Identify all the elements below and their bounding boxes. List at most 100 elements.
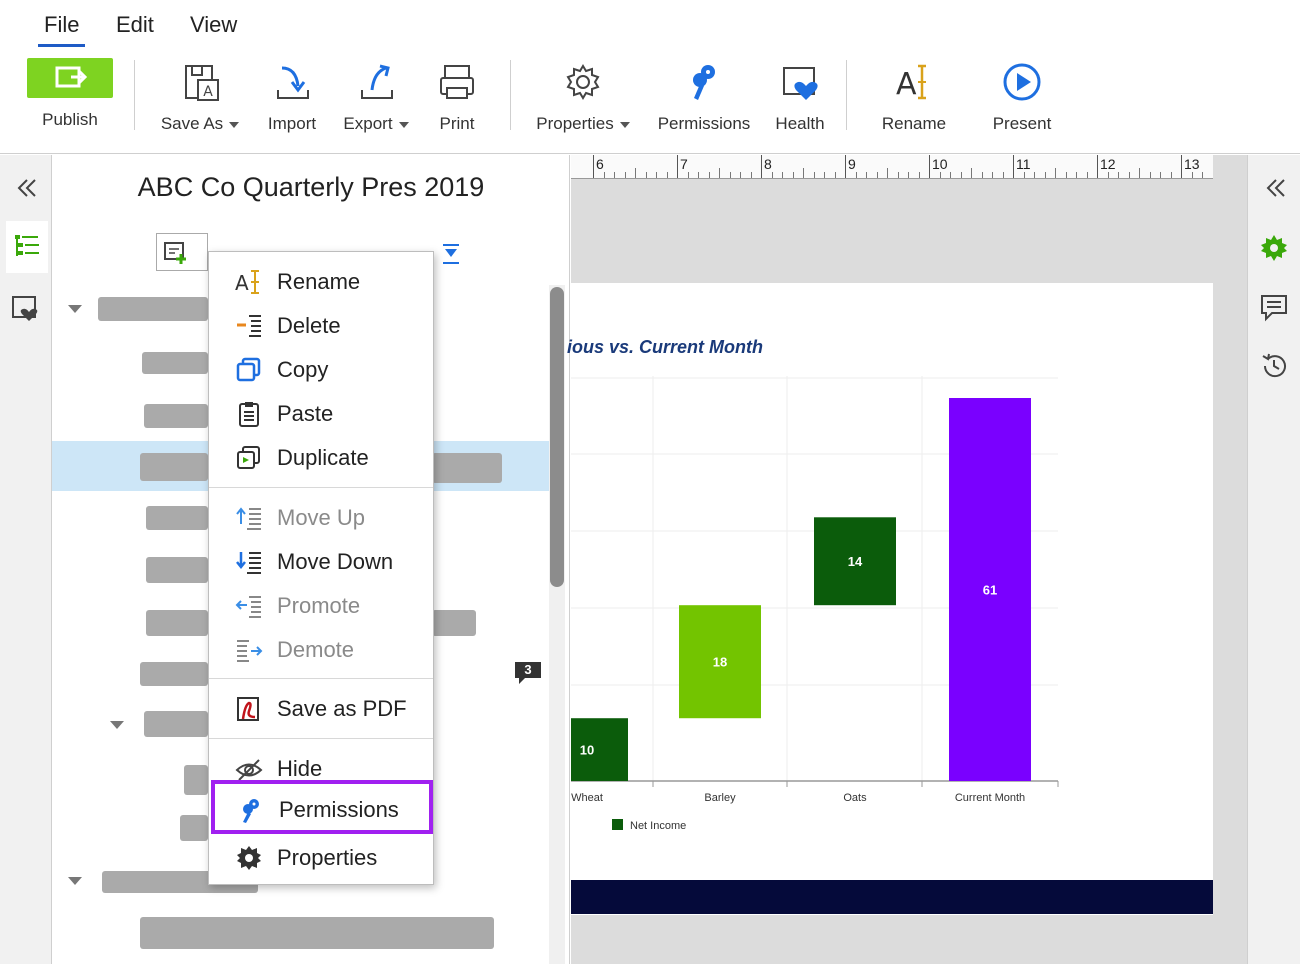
ruler-minor-tick <box>1139 168 1140 178</box>
publish-label: Publish <box>42 110 98 129</box>
publish-button[interactable]: Publish <box>0 44 140 144</box>
menu-tab-edit[interactable]: Edit <box>116 12 154 38</box>
svg-text:A: A <box>235 271 249 295</box>
collapse-left-icon[interactable] <box>9 171 43 205</box>
ruler-major-tick <box>761 155 762 178</box>
menu-item-permissions[interactable]: Permissions <box>209 787 433 831</box>
settings-gear-icon[interactable] <box>1259 233 1289 263</box>
scrollbar-thumb[interactable] <box>550 287 564 587</box>
print-button[interactable]: Print <box>430 56 484 144</box>
ruler-minor-tick <box>1055 168 1056 178</box>
menu-item-copy[interactable]: Copy <box>209 347 433 391</box>
publish-icon <box>27 58 113 98</box>
menu-tab-view[interactable]: View <box>190 12 237 38</box>
menu-tab-file[interactable]: File <box>37 12 86 47</box>
ruler-minor-tick <box>1160 172 1161 178</box>
chart-category-label: Barley <box>704 792 736 804</box>
ruler-minor-tick <box>614 172 615 178</box>
menu-item-paste[interactable]: Paste <box>209 391 433 435</box>
permissions-button[interactable]: Permissions <box>652 56 756 144</box>
expand-arrow-icon[interactable] <box>110 721 124 729</box>
duplicate-icon <box>237 446 260 469</box>
waterfall-chart: 10 Wheat 18 Barley 14 Oats 61 Current Month Net … <box>571 376 1059 832</box>
demote-icon <box>237 640 263 662</box>
health-heart-icon[interactable] <box>9 291 43 325</box>
ruler-minor-tick <box>1023 172 1025 178</box>
tree-item[interactable] <box>146 610 208 636</box>
tree-item[interactable] <box>180 815 208 841</box>
ruler-minor-tick <box>971 168 972 178</box>
history-icon[interactable] <box>1259 351 1289 381</box>
import-button[interactable]: Import <box>262 56 322 144</box>
permissions-label: Permissions <box>657 114 751 133</box>
tree-item[interactable] <box>142 352 208 374</box>
move-bottom-icon[interactable] <box>440 241 462 267</box>
legend-swatch <box>612 819 623 830</box>
ruler-minor-tick <box>1118 172 1119 178</box>
tree-item[interactable] <box>146 557 208 583</box>
expand-arrow-icon[interactable] <box>68 877 82 885</box>
slide[interactable]: ious vs. Current Month 10 Wheat 18 Barley 14… <box>567 283 1213 915</box>
import-icon <box>277 66 309 99</box>
export-button[interactable]: Export <box>336 56 416 144</box>
import-label: Import <box>267 114 317 133</box>
slide-footer-bar <box>571 880 1213 914</box>
collapse-right-icon[interactable] <box>1258 171 1292 205</box>
tree-item[interactable] <box>146 506 208 530</box>
ruler-major-tick <box>845 155 846 178</box>
add-slide-button[interactable] <box>156 233 208 271</box>
add-slide-icon <box>164 242 186 264</box>
ruler-minor-tick <box>603 172 605 178</box>
ruler-minor-tick <box>813 172 815 178</box>
gear-icon <box>237 846 261 870</box>
menu-item-promote[interactable]: Promote <box>209 583 433 627</box>
present-button[interactable]: Present <box>986 56 1058 144</box>
ruler-minor-tick <box>740 172 741 178</box>
ruler-major-tick <box>1013 155 1014 178</box>
tree-item[interactable] <box>140 453 208 481</box>
delete-outline-icon <box>237 315 261 337</box>
ruler-minor-tick <box>729 172 731 178</box>
outline-tab[interactable] <box>6 221 48 273</box>
ruler-minor-tick <box>1170 172 1172 178</box>
tree-item[interactable] <box>144 711 208 737</box>
menu-item-move-up[interactable]: Move Up <box>209 495 433 539</box>
ruler-minor-tick <box>834 172 836 178</box>
ruler-minor-tick <box>1107 172 1109 178</box>
menu-item-save-as-pdf[interactable]: Save as PDF <box>209 686 433 730</box>
comments-icon[interactable] <box>1259 293 1289 323</box>
menu-item-label: Permissions <box>279 797 399 822</box>
slide-canvas: 6 7 8 9 10 11 12 13 ious vs. Current Month 10 Wh… <box>567 155 1247 964</box>
left-rail <box>0 155 52 964</box>
tree-item[interactable] <box>144 404 208 428</box>
rename-button[interactable]: A Rename <box>872 56 956 144</box>
menu-item-label: Save as PDF <box>277 696 407 721</box>
menu-item-duplicate[interactable]: Duplicate <box>209 435 433 479</box>
comment-count-badge[interactable]: 3 <box>513 660 543 686</box>
tree-item[interactable] <box>432 610 476 636</box>
ruler-number: 7 <box>680 156 688 172</box>
menu-item-move-down[interactable]: Move Down <box>209 539 433 583</box>
health-button[interactable]: Health <box>770 56 830 144</box>
tree-item[interactable] <box>432 453 502 483</box>
menu-item-label: Copy <box>277 357 329 382</box>
tree-item[interactable] <box>140 917 494 949</box>
ruler-minor-tick <box>687 172 689 178</box>
tree-item[interactable] <box>140 662 208 686</box>
properties-button[interactable]: Properties <box>528 56 638 144</box>
tree-item[interactable] <box>98 297 208 321</box>
menu-item-demote[interactable]: Demote <box>209 627 433 671</box>
save-as-button[interactable]: A Save As <box>150 56 250 144</box>
expand-arrow-icon[interactable] <box>68 305 82 313</box>
move-up-icon <box>236 507 261 530</box>
save-as-label: Save As <box>160 114 224 133</box>
menu-item-label: Move Up <box>277 505 366 530</box>
ruler-number: 11 <box>1016 156 1031 172</box>
ruler-minor-tick <box>1191 172 1193 178</box>
menu-item-properties[interactable]: Properties <box>209 835 433 879</box>
ruler-minor-tick <box>1065 172 1067 178</box>
menu-item-rename[interactable]: A Rename <box>209 259 433 303</box>
tree-item[interactable] <box>184 765 208 795</box>
ruler-minor-tick <box>876 172 878 178</box>
menu-item-delete[interactable]: Delete <box>209 303 433 347</box>
